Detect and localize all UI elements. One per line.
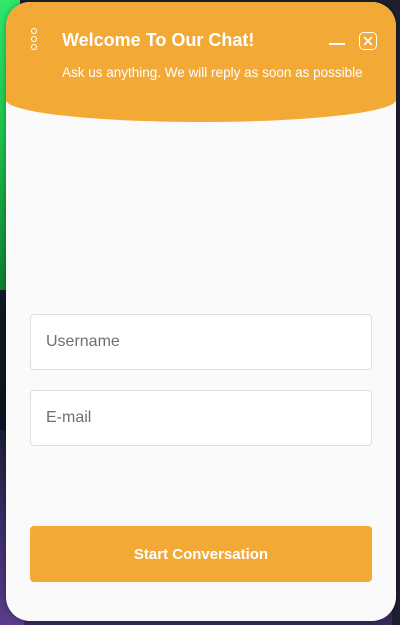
start-conversation-button[interactable]: Start Conversation [30, 526, 372, 582]
close-x-glyph [363, 36, 373, 46]
vertical-dots-icon[interactable] [29, 28, 39, 50]
menu-dot [31, 36, 37, 42]
chat-title: Welcome To Our Chat! [62, 30, 255, 50]
email-input[interactable] [30, 390, 372, 446]
menu-dot [31, 44, 37, 50]
close-icon[interactable] [359, 32, 377, 50]
username-input[interactable] [30, 314, 372, 370]
chat-widget: Welcome To Our Chat! Ask us anything. We… [6, 2, 396, 621]
chat-header: Welcome To Our Chat! Ask us anything. We… [6, 2, 396, 122]
menu-dot [31, 28, 37, 34]
minimize-icon[interactable] [328, 30, 346, 48]
chat-subtitle: Ask us anything. We will reply as soon a… [62, 65, 363, 80]
